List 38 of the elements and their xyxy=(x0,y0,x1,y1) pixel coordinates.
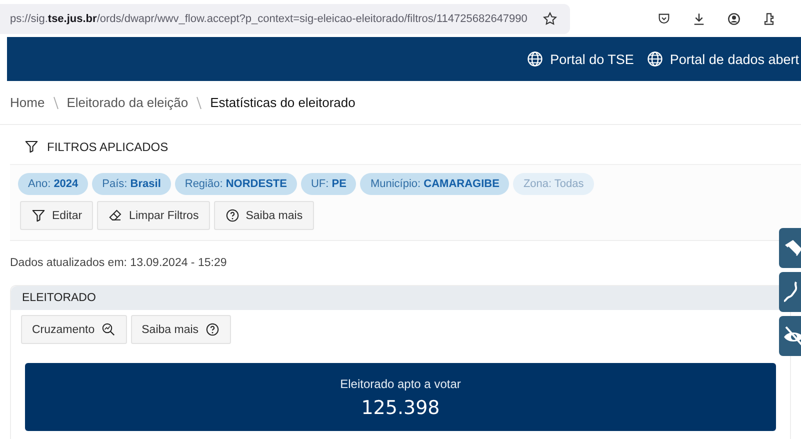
account-icon xyxy=(726,10,742,26)
edit-button[interactable]: Editar xyxy=(20,201,94,230)
hidden-eye-icon xyxy=(782,324,801,348)
eraser-icon xyxy=(108,208,124,223)
filter-tag: Ano: 2024 xyxy=(18,173,88,195)
zoom-icon xyxy=(100,322,116,337)
globe-icon xyxy=(526,50,544,68)
breadcrumb-item[interactable]: Home xyxy=(10,95,45,110)
help-icon xyxy=(224,208,240,223)
crossing-button[interactable]: Cruzamento xyxy=(21,315,127,344)
filter-icon xyxy=(31,208,46,223)
filter-tag: Município: CAMARAGIBE xyxy=(360,173,510,195)
help-button[interactable]: Saiba mais xyxy=(214,201,314,230)
url-text: ps://sig.tse.jus.br/ords/dwapr/wwv_flow.accept?p_context=sig-eleicao-eleitorado/filtros/114725682647990 xyxy=(10,12,528,24)
filter-tag: Zona: Todas xyxy=(513,173,594,195)
stat-value: 125.398 xyxy=(360,397,441,419)
globe-icon xyxy=(646,50,664,68)
breadcrumb-separator-icon xyxy=(196,96,202,110)
header-link[interactable]: Portal de dados abert xyxy=(646,50,799,68)
update-info: Dados atualizados em: 13.09.2024 - 15:29 xyxy=(9,256,228,271)
star-icon xyxy=(542,10,558,26)
filter-tag: Região: NORDESTE xyxy=(174,173,297,195)
address-bar[interactable]: ps://sig.tse.jus.br/ords/dwapr/wwv_flow.accept?p_context=sig-eleicao-eleitorado/filtros/114725682647990 xyxy=(0,4,570,34)
accessibility-button[interactable] xyxy=(779,272,801,312)
help-button[interactable]: Saiba mais xyxy=(130,315,231,344)
clear-filters-button[interactable]: Limpar Filtros xyxy=(97,201,210,230)
breadcrumb-item: Estatísticas do eleitorado xyxy=(210,95,356,110)
filter-icon xyxy=(24,139,39,154)
breadcrumb-separator-icon xyxy=(52,96,59,110)
accessibility-button[interactable] xyxy=(779,316,801,356)
filter-tag: País: Brasil xyxy=(92,173,171,195)
breadcrumb-item[interactable]: Eleitorado da eleição xyxy=(66,95,188,110)
help-icon xyxy=(204,322,220,337)
filter-tag: UF: PE xyxy=(300,173,356,195)
accessibility-button[interactable] xyxy=(779,228,801,268)
stat-label: Eleitorado apto a votar xyxy=(339,377,462,391)
filters-title: FILTROS APLICADOS xyxy=(47,140,168,154)
header-link[interactable]: Portal do TSE xyxy=(526,50,634,68)
